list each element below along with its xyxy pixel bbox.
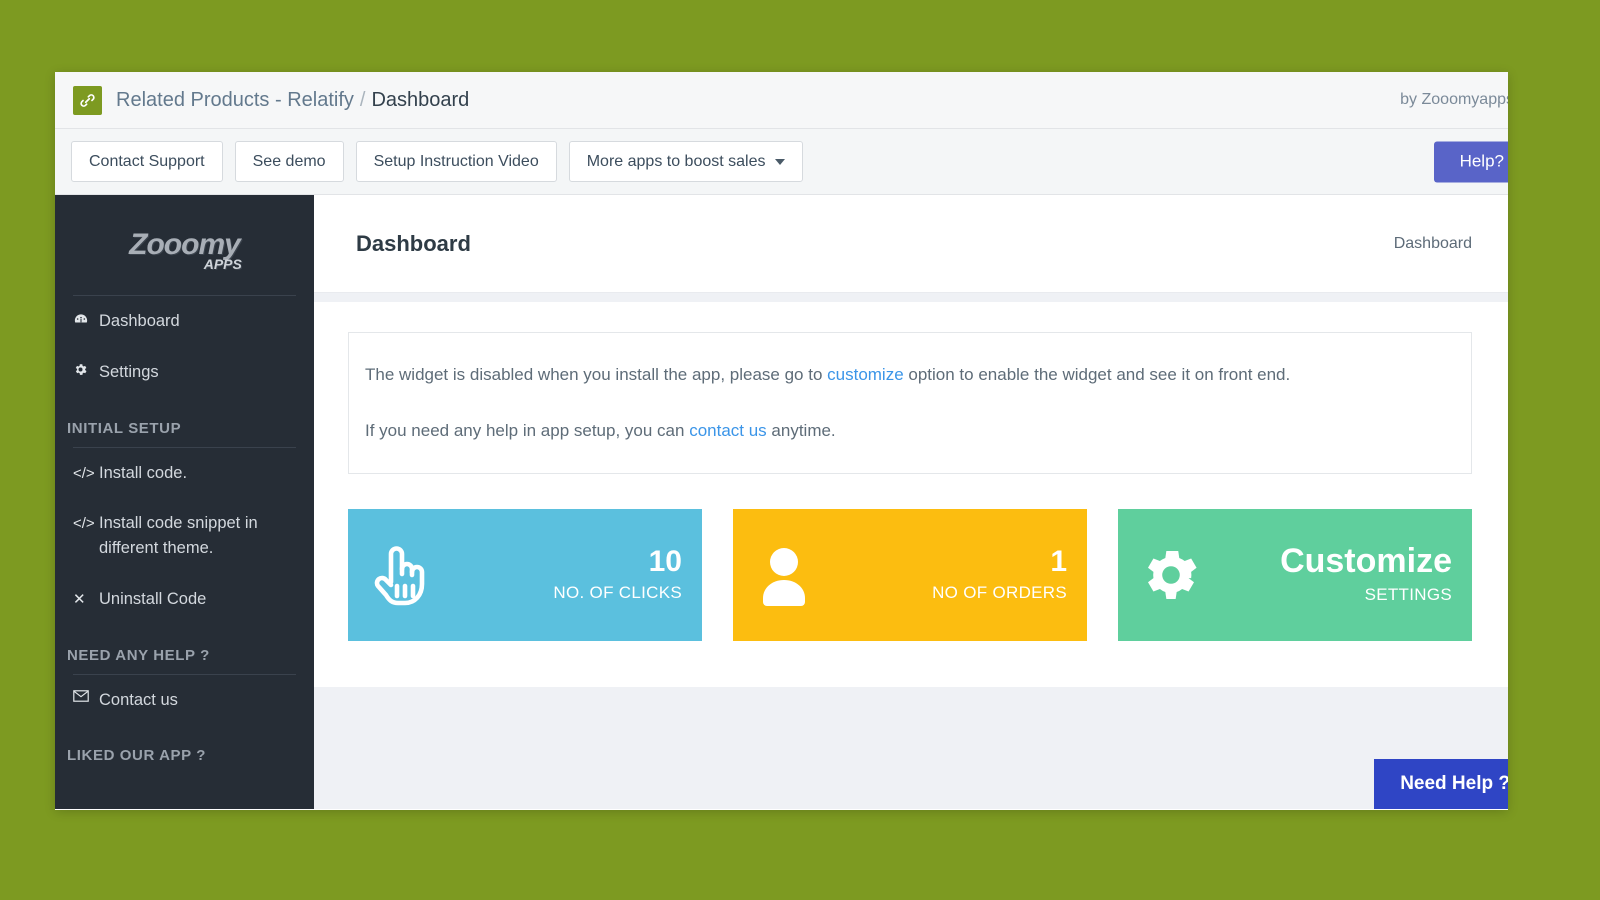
- card-no-of-clicks-label: NO. OF CLICKS: [553, 583, 682, 603]
- need-help-label: Need Help ?: [1400, 773, 1508, 794]
- card-no-of-orders-value: 1: [1050, 544, 1067, 578]
- info-line1-part2: option to enable the widget and see it o…: [903, 365, 1291, 384]
- see-demo-button[interactable]: See demo: [234, 141, 344, 182]
- info-line2-part1: If you need any help in app setup, you c…: [365, 420, 690, 440]
- app-breadcrumb-title: Related Products - Relatify / Dashboard: [116, 89, 469, 112]
- close-x-icon: ✕: [73, 590, 86, 608]
- pointing-hand-icon: [370, 542, 432, 608]
- sidebar-item-settings[interactable]: Settings: [55, 347, 314, 398]
- info-line-need-help: If you need any help in app setup, you c…: [365, 419, 1455, 443]
- sidebar-logo-suffix: APPS: [203, 256, 242, 272]
- dashboard-panel: The widget is disabled when you install …: [314, 302, 1508, 687]
- app-body: Zooomy APPS Dashboard Settings INITIAL S…: [55, 195, 1508, 809]
- code-icon: </>: [73, 464, 95, 482]
- breadcrumb: Dashboard: [1393, 234, 1472, 252]
- info-line1-part1: The widget is disabled when you install …: [365, 365, 828, 384]
- card-customize-settings[interactable]: Customize SETTINGS: [1118, 508, 1472, 641]
- contact-support-button[interactable]: Contact Support: [71, 141, 223, 182]
- see-demo-label: See demo: [252, 152, 326, 170]
- sidebar-item-install-code[interactable]: </> Install code.: [55, 448, 314, 499]
- help-button-label: Help?: [1459, 151, 1504, 171]
- app-section: Dashboard: [371, 88, 470, 111]
- more-apps-dropdown[interactable]: More apps to boost sales: [568, 141, 804, 182]
- code-icon: </>: [73, 515, 95, 533]
- card-no-of-orders[interactable]: 1 NO OF ORDERS: [733, 508, 1087, 641]
- card-no-of-clicks-text: 10 NO. OF CLICKS: [553, 546, 682, 604]
- card-no-of-clicks-value: 10: [648, 544, 682, 578]
- need-help-floating-button[interactable]: Need Help ?: [1374, 759, 1508, 809]
- sidebar-logo: Zooomy APPS: [55, 195, 314, 295]
- sidebar-item-settings-label: Settings: [99, 362, 159, 381]
- info-line2-part2: anytime.: [766, 420, 836, 440]
- page-root: Related Products - Relatify / Dashboard by…: [0, 0, 1600, 900]
- app-byline: by Zooomyapps: [1400, 91, 1508, 108]
- card-no-of-orders-text: 1 NO OF ORDERS: [932, 546, 1067, 604]
- envelope-icon: [73, 689, 99, 702]
- sidebar-item-contact-us-label: Contact us: [99, 690, 178, 709]
- chevron-down-icon: [775, 158, 786, 165]
- gear-icon: [1140, 544, 1202, 606]
- sidebar-item-uninstall-code-label: Uninstall Code: [99, 589, 207, 608]
- sidebar-item-install-code-snippet[interactable]: </> Install code snippet in different th…: [55, 498, 314, 574]
- card-customize-settings-text: Customize SETTINGS: [1280, 541, 1452, 606]
- app-header-bar: Related Products - Relatify / Dashboard by…: [55, 72, 1508, 129]
- app-viewport: Related Products - Relatify / Dashboard by…: [55, 72, 1508, 810]
- card-customize-settings-label: SETTINGS: [1364, 585, 1452, 605]
- help-button[interactable]: Help?: [1433, 141, 1508, 182]
- card-customize-settings-value: Customize: [1280, 541, 1452, 580]
- sidebar-item-dashboard-label: Dashboard: [99, 312, 180, 330]
- sidebar-item-uninstall-code[interactable]: ✕ Uninstall Code: [55, 574, 314, 625]
- sidebar-heading-need-any-help: NEED ANY HELP ?: [67, 646, 210, 664]
- setup-instruction-video-label: Setup Instruction Video: [373, 152, 539, 170]
- app-name: Related Products - Relatify: [116, 88, 354, 111]
- setup-instruction-video-button[interactable]: Setup Instruction Video: [355, 141, 557, 182]
- card-no-of-clicks[interactable]: 10 NO. OF CLICKS: [348, 508, 702, 641]
- sidebar-heading-liked-our-app: LIKED OUR APP ?: [67, 747, 207, 765]
- card-no-of-orders-label: NO OF ORDERS: [932, 583, 1067, 603]
- info-box: The widget is disabled when you install …: [348, 332, 1472, 474]
- breadcrumb-separator: /: [359, 88, 366, 111]
- sidebar-item-contact-us[interactable]: Contact us: [55, 675, 314, 726]
- sidebar-heading-initial-setup: INITIAL SETUP: [67, 419, 182, 437]
- contact-support-label: Contact Support: [89, 152, 205, 170]
- dashboard-gauge-icon: [73, 311, 99, 327]
- contact-us-link[interactable]: contact us: [689, 421, 767, 440]
- more-apps-label: More apps to boost sales: [586, 152, 766, 170]
- page-header: Dashboard Dashboard: [314, 195, 1508, 293]
- sidebar: Zooomy APPS Dashboard Settings INITIAL S…: [55, 195, 314, 809]
- sidebar-item-install-code-snippet-label: Install code snippet in different theme.: [99, 514, 258, 557]
- customize-link[interactable]: customize: [827, 365, 904, 384]
- page-title: Dashboard: [356, 230, 471, 256]
- sidebar-item-dashboard[interactable]: Dashboard: [55, 296, 314, 347]
- user-icon: [755, 544, 813, 606]
- stat-cards: 10 NO. OF CLICKS 1 NO OF ORDERS Customiz…: [348, 508, 1472, 641]
- sidebar-item-install-code-label: Install code.: [99, 463, 188, 482]
- main-content: Dashboard Dashboard The widget is disabl…: [314, 195, 1508, 809]
- app-toolbar: Contact Support See demo Setup Instructi…: [55, 129, 1508, 195]
- info-line-widget-disabled: The widget is disabled when you install …: [365, 363, 1455, 387]
- link-chain-icon: [73, 85, 102, 115]
- gear-icon: [73, 362, 99, 377]
